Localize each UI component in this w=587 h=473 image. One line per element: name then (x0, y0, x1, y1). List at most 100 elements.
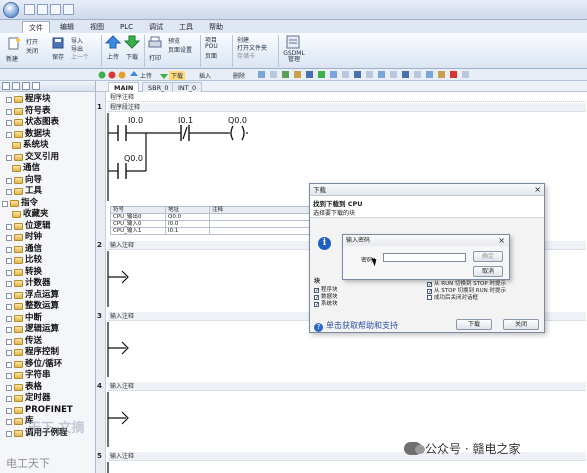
expand-toggle-icon[interactable] (6, 327, 12, 333)
compile-icon[interactable] (118, 71, 126, 79)
tree-item[interactable]: 系统块 (0, 140, 95, 152)
tree-item[interactable]: 数据块 (0, 129, 95, 141)
toolbar-upload-button[interactable]: 上传 (140, 71, 152, 80)
tree-item[interactable]: 浮点运算 (0, 290, 95, 302)
go-icon[interactable] (98, 71, 106, 79)
empty-rung[interactable] (108, 341, 129, 355)
memory-card-button[interactable]: 存储卡 (237, 51, 255, 60)
new-icon[interactable] (5, 37, 23, 51)
tree-expand-icon[interactable] (2, 82, 10, 90)
coil-q00[interactable] (230, 125, 245, 141)
qat-save-icon[interactable] (50, 4, 61, 15)
download-icon[interactable] (123, 35, 141, 49)
previous-button[interactable]: 上一个 (71, 52, 89, 61)
menu-tab[interactable]: 调试 (143, 21, 169, 33)
help-link[interactable]: ? 单击获取帮助和支持 (314, 320, 398, 332)
qat-print-icon[interactable] (63, 4, 74, 15)
stop-icon[interactable] (108, 71, 116, 79)
protect-pou-button[interactable]: POU (205, 43, 218, 50)
tree-item[interactable]: 比较 (0, 255, 95, 267)
tree-item[interactable]: 收藏夹 (0, 209, 95, 221)
tree-item[interactable]: 位逻辑 (0, 221, 95, 233)
empty-rung[interactable] (108, 270, 129, 284)
menu-tab[interactable]: 帮助 (203, 21, 229, 33)
expand-toggle-icon[interactable] (6, 154, 12, 161)
app-menu-button[interactable] (3, 2, 19, 18)
gsdml-button[interactable]: GSDML 管理 (283, 51, 305, 63)
tree-item[interactable]: 转换 (0, 267, 95, 279)
expand-toggle-icon[interactable] (6, 292, 12, 299)
tree-collapse-icon[interactable] (12, 82, 20, 90)
checkbox-system-block[interactable]: ✓ 系统块 (314, 299, 338, 308)
open-button[interactable]: 打开 (26, 37, 38, 46)
tree-item[interactable]: 移位/循环 (0, 359, 95, 371)
expand-toggle-icon[interactable] (6, 407, 12, 414)
tree-item[interactable]: PROFINET (0, 405, 95, 417)
expand-toggle-icon[interactable] (6, 304, 12, 310)
tree-item[interactable]: 程序控制 (0, 347, 95, 359)
tree-item[interactable]: 通信 (0, 163, 95, 175)
close-icon[interactable]: × (534, 184, 541, 196)
toolbar-icon-strip[interactable] (258, 71, 498, 79)
expand-toggle-icon[interactable] (6, 281, 12, 287)
tree-item[interactable]: 时钟 (0, 232, 95, 244)
tree-item[interactable]: 状态图表 (0, 117, 95, 129)
page-setup-button[interactable]: 页面设置 (168, 45, 192, 54)
qat-new-icon[interactable] (24, 4, 35, 15)
tree-item[interactable]: 中断 (0, 313, 95, 325)
download-small-icon[interactable] (160, 71, 168, 79)
tree-item[interactable]: 计数器 (0, 278, 95, 290)
expand-toggle-icon[interactable] (6, 177, 12, 184)
checkbox-close-on-success[interactable]: 成功后关闭对话框 (427, 293, 478, 301)
menu-tab[interactable]: 文件 (22, 20, 50, 33)
tree-item[interactable]: 传送 (0, 336, 95, 348)
expand-toggle-icon[interactable] (6, 419, 12, 425)
upload-button[interactable]: 上传 (107, 52, 119, 61)
expand-toggle-icon[interactable] (6, 350, 12, 356)
print-button[interactable]: 打印 (149, 53, 161, 62)
expand-toggle-icon[interactable] (6, 258, 12, 264)
expand-toggle-icon[interactable] (6, 131, 12, 138)
menu-tab[interactable]: 工具 (173, 21, 199, 33)
expand-toggle-icon[interactable] (6, 361, 12, 368)
download-button[interactable]: 下载 (126, 52, 138, 61)
menu-tab[interactable]: PLC (114, 21, 139, 33)
contact-q00[interactable] (117, 163, 127, 179)
tree-item[interactable]: 字符串 (0, 370, 95, 382)
download-confirm-button[interactable]: 下载 (456, 319, 492, 330)
empty-rung[interactable] (108, 411, 129, 425)
password-field[interactable] (383, 253, 466, 262)
tree-item[interactable]: 通信 (0, 244, 95, 256)
close-icon[interactable]: × (498, 235, 505, 246)
download-close-button[interactable]: 关闭 (503, 319, 539, 330)
tree-item[interactable]: 工具 (0, 186, 95, 198)
expand-toggle-icon[interactable] (6, 396, 12, 402)
contact-i00[interactable] (108, 125, 127, 141)
password-ok-button[interactable]: 确定 (473, 251, 503, 262)
save-button[interactable]: 保存 (52, 52, 64, 61)
expand-toggle-icon[interactable] (6, 315, 12, 322)
toolbar-insert-button[interactable]: 插入 (199, 71, 211, 80)
tree-item[interactable]: 向导 (0, 175, 95, 187)
expand-toggle-icon[interactable] (6, 120, 12, 126)
expand-toggle-icon[interactable] (6, 235, 12, 241)
tree-item[interactable]: 符号表 (0, 106, 95, 118)
expand-toggle-icon[interactable] (6, 384, 12, 391)
expand-toggle-icon[interactable] (2, 200, 8, 207)
tree-item[interactable]: 整数运算 (0, 301, 95, 313)
protect-page-button[interactable]: 页面 (205, 51, 217, 60)
tree-item[interactable]: 逻辑运算 (0, 324, 95, 336)
contact-i01-nc[interactable] (180, 125, 190, 141)
toolbar-download-button[interactable]: 下载 (169, 71, 186, 80)
expand-toggle-icon[interactable] (6, 269, 12, 276)
expand-toggle-icon[interactable] (6, 430, 12, 437)
expand-toggle-icon[interactable] (6, 97, 12, 103)
expand-toggle-icon[interactable] (6, 108, 12, 115)
password-cancel-button[interactable]: 取消 (473, 266, 503, 277)
expand-toggle-icon[interactable] (6, 223, 12, 230)
expand-toggle-icon[interactable] (6, 189, 12, 195)
tree-item[interactable]: 程序块 (0, 94, 95, 106)
tree-props-icon[interactable] (32, 82, 40, 90)
new-button[interactable]: 新建 (6, 54, 18, 63)
tree-find-icon[interactable] (22, 82, 30, 90)
